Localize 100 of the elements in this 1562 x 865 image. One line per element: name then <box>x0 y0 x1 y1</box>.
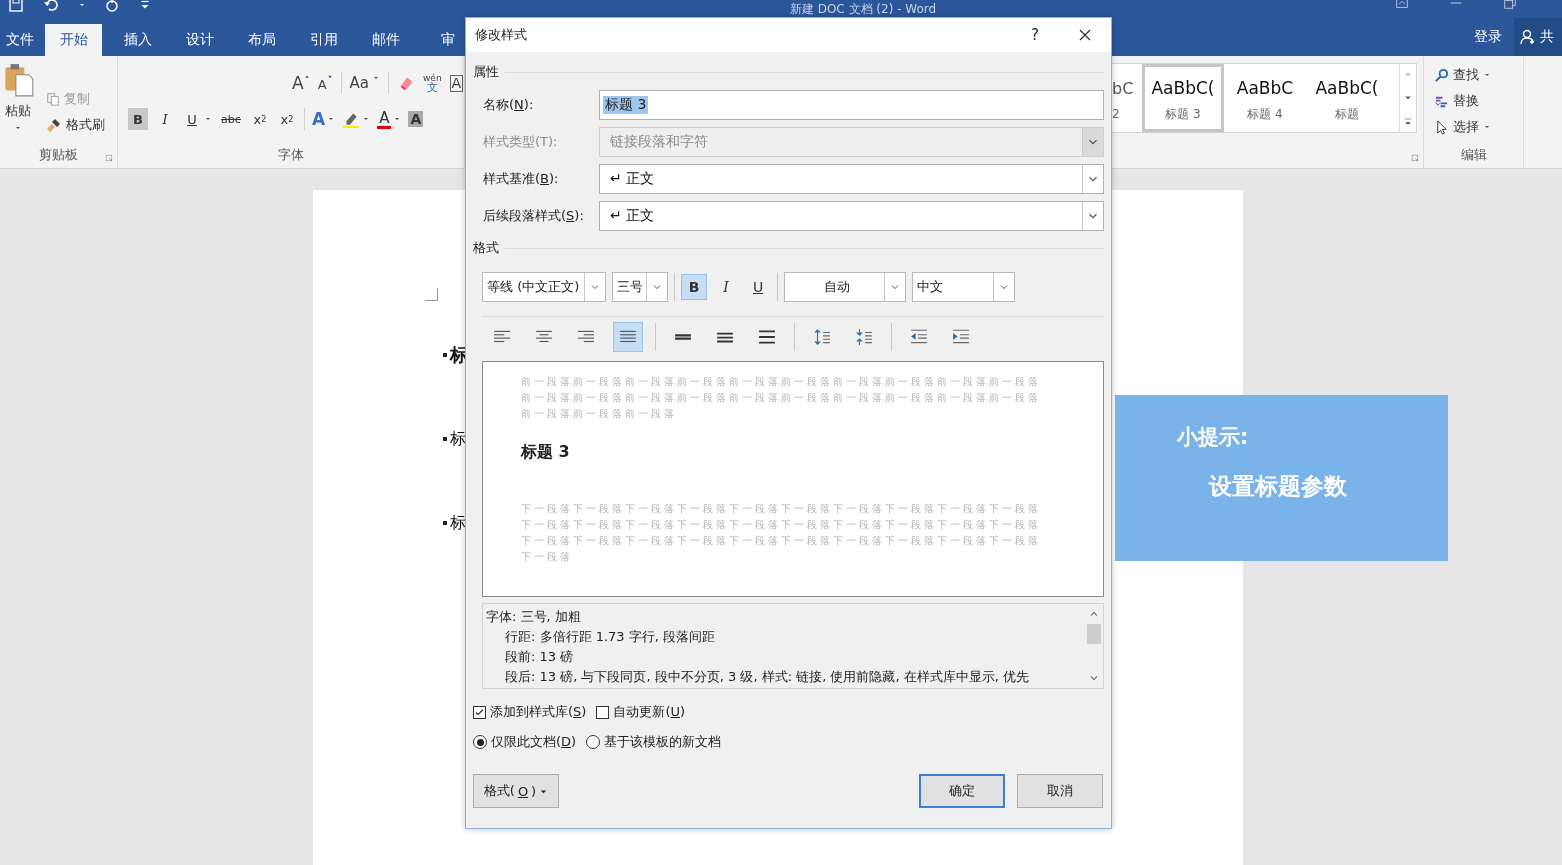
paste-button[interactable]: 粘贴 <box>0 62 36 134</box>
italic-button[interactable]: I <box>713 274 739 300</box>
chevron-down-icon <box>1082 127 1103 156</box>
caret-icon <box>204 115 212 123</box>
font-color-button[interactable]: A <box>377 109 392 129</box>
preview-heading: 标题 3 <box>521 442 571 463</box>
tip-title: 小提示: <box>1177 424 1250 451</box>
checkbox-option[interactable]: 添加到样式库(S) <box>473 703 587 721</box>
ribbon-tab[interactable]: 布局 <box>231 24 293 56</box>
italic-button[interactable]: I <box>155 108 175 130</box>
search-icon <box>1434 67 1449 83</box>
restore-icon[interactable] <box>1502 0 1518 10</box>
description-line: 字体: 三号, 加粗 <box>486 608 582 626</box>
justify-button[interactable] <box>613 322 643 352</box>
caret-icon <box>1483 71 1491 79</box>
grow-font-button[interactable]: A <box>292 73 310 93</box>
field-label: 样式类型(T): <box>482 132 559 151</box>
window-title: 新建 DOC 文档 (2) - Word <box>789 2 937 16</box>
ribbon-display-icon[interactable] <box>1394 0 1410 10</box>
shrink-font-button[interactable]: A <box>317 74 333 92</box>
font-dropdown[interactable]: 等线 (中文正文) <box>482 272 606 302</box>
down-icon <box>326 74 333 80</box>
format-mark <box>443 353 447 357</box>
radio-button[interactable] <box>586 735 601 749</box>
caret-icon <box>327 115 336 123</box>
ribbon-tab[interactable]: 开始 <box>45 24 102 56</box>
underline-button[interactable]: U <box>745 274 771 300</box>
check-icon <box>474 706 485 718</box>
style-item[interactable]: AaBbC( 标题 <box>1306 64 1388 132</box>
radio-option[interactable]: 基于该模板的新文档 <box>586 733 722 751</box>
field-label: 后续段落样式(S): <box>482 206 585 225</box>
description-line: 段后: 13 磅, 与下段同页, 段中不分页, 3 级, 样式: 链接, 使用前隐藏, 在样式库中显示, 优先 <box>504 668 1030 686</box>
radio-button[interactable] <box>473 735 487 749</box>
find-button[interactable]: 查找 <box>1434 66 1523 84</box>
ribbon-tab[interactable]: 设计 <box>169 24 231 56</box>
field-label: 名称(N): <box>482 95 535 114</box>
format-menu-button[interactable]: 格式( O ) <box>473 774 559 808</box>
size-dropdown[interactable]: 三号 <box>612 272 668 302</box>
replace-button[interactable]: 替换 <box>1434 92 1523 110</box>
description-line: 段前: 13 磅 <box>504 648 575 666</box>
ribbon-tab[interactable]: 文件 <box>0 24 40 56</box>
indent-decrease-icon <box>910 328 928 346</box>
character-border-button[interactable]: A <box>449 74 464 92</box>
name-field[interactable]: 标题 3 <box>599 89 1104 120</box>
group-label: 剪贴板 <box>39 146 78 164</box>
ribbon-tab[interactable]: 插入 <box>107 24 169 56</box>
color-dropdown[interactable]: 自动 <box>784 272 906 302</box>
copy-icon <box>46 92 60 106</box>
cancel-button[interactable]: 取消 <box>1017 774 1103 808</box>
person-icon <box>1520 29 1536 45</box>
space-increase-icon <box>813 328 831 346</box>
save-icon[interactable] <box>8 0 24 13</box>
bold-button[interactable]: B <box>681 274 707 300</box>
radio-option[interactable]: 仅限此文档(D) <box>473 733 577 751</box>
script-button[interactable]: x$^{2}$ <box>277 108 297 130</box>
heading-text: 标 <box>450 429 466 449</box>
underline-button[interactable]: U <box>182 108 202 130</box>
margin-mark <box>425 288 438 301</box>
up-icon <box>303 73 310 79</box>
ok-button[interactable]: 确定 <box>919 774 1005 808</box>
more-styles-icon[interactable] <box>1402 116 1414 128</box>
strike-button[interactable]: abc <box>219 108 243 130</box>
format-mark <box>443 437 447 441</box>
style-item[interactable]: AaBbC 标题 4 <box>1224 64 1306 132</box>
checkbox-option[interactable]: 自动更新(U) <box>596 703 686 721</box>
phonetic-guide-button[interactable]: wén 文 <box>423 73 442 93</box>
caret-icon <box>14 124 22 132</box>
style-item[interactable]: AaBbC( 标题 3 <box>1142 64 1224 132</box>
help-button[interactable]: ? <box>1031 26 1039 44</box>
ribbon-tab[interactable]: 邮件 <box>355 24 417 56</box>
indent-increase-icon <box>952 328 970 346</box>
style-item[interactable]: bC 2 <box>1112 64 1142 132</box>
caret-icon <box>393 115 402 123</box>
cursor-icon <box>1434 119 1449 135</box>
dropdown[interactable]: ↵ 正文 <box>599 163 1104 194</box>
group-label: 编辑 <box>1460 146 1487 164</box>
bold-button[interactable]: B <box>128 108 148 130</box>
dropdown[interactable]: ↵ 正文 <box>599 200 1104 231</box>
field-label: 样式基准(B): <box>482 169 560 188</box>
tip-text: 设置标题参数 <box>1209 472 1348 501</box>
ribbon-tab[interactable]: 引用 <box>293 24 355 56</box>
caret-icon[interactable] <box>78 1 86 9</box>
heading-text: 标 <box>450 513 466 533</box>
undo-icon[interactable] <box>42 0 60 13</box>
select-button[interactable]: 选择 <box>1434 118 1523 136</box>
script-dropdown[interactable]: 中文 <box>912 272 1015 302</box>
description-line: 行距: 多倍行距 1.73 字行, 段落间距 <box>504 628 716 646</box>
character-shading-button[interactable]: A <box>408 111 424 127</box>
close-icon[interactable] <box>1077 27 1093 43</box>
share-button[interactable]: 共 <box>1514 18 1562 56</box>
checkbox[interactable] <box>473 705 486 719</box>
group-label: 字体 <box>278 146 304 164</box>
format-mark <box>443 521 447 525</box>
change-case-button[interactable]: Aa <box>349 74 380 92</box>
scroll-thumb[interactable] <box>1087 624 1101 644</box>
sign-in-link[interactable]: 登录 <box>1474 28 1502 46</box>
text-effects-button[interactable]: A <box>312 109 326 129</box>
checkbox[interactable] <box>596 705 610 719</box>
brush-icon <box>46 117 62 133</box>
format-painter-button[interactable]: 格式刷 <box>46 116 105 134</box>
